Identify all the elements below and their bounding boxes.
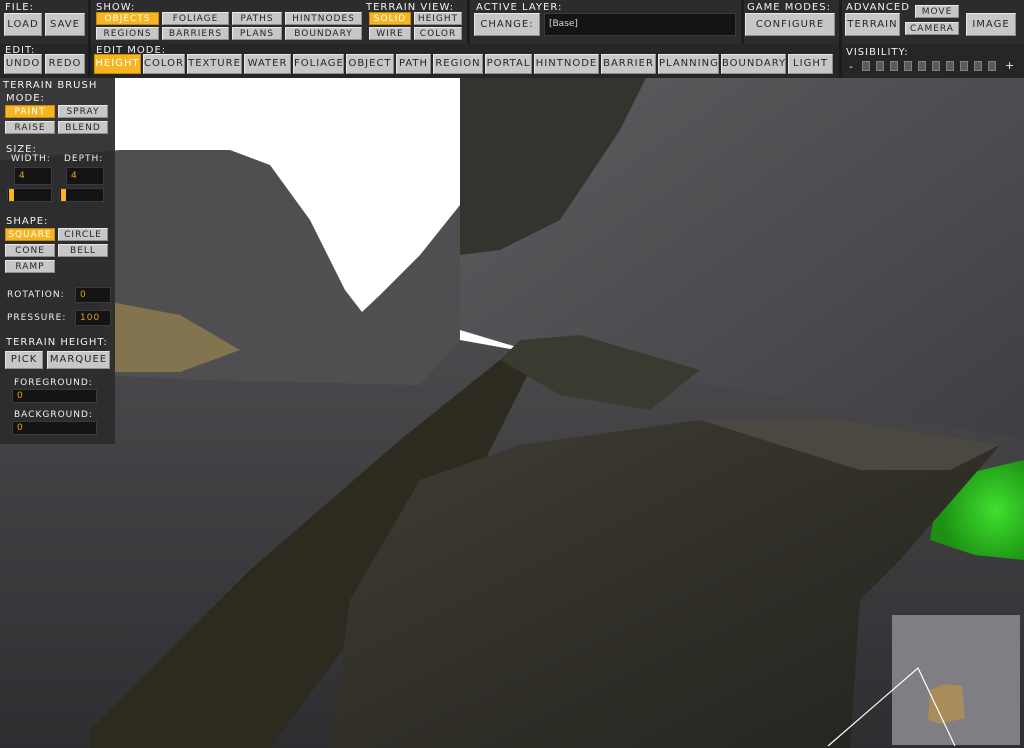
separator [467, 0, 470, 44]
edit-mode-planning-button[interactable]: Planning [658, 54, 719, 74]
visibility-step[interactable] [904, 61, 912, 71]
edit-mode-foliage-button[interactable]: Foliage [293, 54, 344, 74]
edit-mode-texture-button[interactable]: Texture [187, 54, 242, 74]
visibility-step[interactable] [862, 61, 870, 71]
brush-width-label: Width: [11, 154, 51, 164]
brush-pressure-input[interactable]: 100 [75, 310, 111, 326]
brush-width-slider-handle[interactable] [9, 189, 14, 201]
image-button[interactable]: Image [966, 13, 1016, 36]
show-paths-button[interactable]: Paths [232, 12, 282, 25]
edit-mode-region-button[interactable]: Region [433, 54, 483, 74]
show-objects-button[interactable]: Objects [96, 12, 159, 25]
edit-mode-boundary-button[interactable]: Boundary [721, 54, 786, 74]
active-layer-field[interactable]: [Base] [544, 13, 736, 36]
brush-depth-input[interactable]: 4 [66, 167, 104, 185]
brush-shape-square-button[interactable]: Square [5, 228, 55, 241]
edit-mode-path-button[interactable]: Path [396, 54, 431, 74]
visibility-step[interactable] [988, 61, 996, 71]
marquee-button[interactable]: Marquee [47, 351, 110, 369]
configure-button[interactable]: Configure [745, 13, 835, 36]
brush-mode-blend-button[interactable]: Blend [58, 121, 108, 134]
brush-rotation-label: Rotation: [7, 290, 65, 300]
terrain-view-color-button[interactable]: Color [414, 27, 462, 40]
visibility-plus-button[interactable]: + [1005, 59, 1015, 72]
edit-mode-water-button[interactable]: Water [244, 54, 291, 74]
brush-shape-cone-button[interactable]: Cone [5, 244, 55, 257]
undo-button[interactable]: Undo [4, 54, 42, 74]
brush-pressure-label: Pressure: [7, 313, 67, 323]
visibility-step[interactable] [890, 61, 898, 71]
edit-mode-barrier-button[interactable]: Barrier [601, 54, 656, 74]
show-plans-button[interactable]: Plans [232, 27, 282, 40]
separator [839, 0, 842, 78]
change-layer-button[interactable]: Change: [474, 13, 540, 36]
camera-button[interactable]: Camera [905, 22, 959, 35]
brush-rotation-input[interactable]: 0 [75, 287, 111, 303]
edit-mode-hintnode-button[interactable]: HintNode [534, 54, 599, 74]
redo-button[interactable]: Redo [45, 54, 85, 74]
brush-mode-label: Mode: [6, 93, 45, 104]
terrain-brush-title: Terrain Brush [3, 80, 98, 91]
visibility-label: Visibility: [846, 47, 909, 58]
background-label: Background: [14, 410, 93, 420]
brush-mode-spray-button[interactable]: Spray [58, 105, 108, 118]
visibility-step[interactable] [932, 61, 940, 71]
show-barriers-button[interactable]: Barriers [162, 27, 229, 40]
separator [88, 0, 91, 78]
terrain-height-label: Terrain Height: [6, 337, 108, 348]
edit-mode-height-button[interactable]: Height [94, 54, 141, 74]
brush-shape-ramp-button[interactable]: Ramp [5, 260, 55, 273]
game-modes-label: Game Modes: [747, 2, 831, 13]
minimap[interactable] [892, 615, 1020, 745]
edit-mode-portal-button[interactable]: Portal [485, 54, 532, 74]
advanced-terrain-button[interactable]: Terrain [845, 13, 900, 36]
brush-mode-raise-button[interactable]: Raise [5, 121, 55, 134]
edit-mode-object-button[interactable]: Object [346, 54, 394, 74]
brush-width-input[interactable]: 4 [14, 167, 52, 185]
show-foliage-button[interactable]: Foliage [162, 12, 229, 25]
move-button[interactable]: Move [915, 5, 959, 18]
show-regions-button[interactable]: Regions [96, 27, 159, 40]
edit-mode-light-button[interactable]: Light [788, 54, 833, 74]
brush-shape-label: Shape: [6, 216, 49, 227]
visibility-minus-button[interactable]: - [849, 60, 854, 73]
brush-depth-label: Depth: [64, 154, 104, 164]
terrain-view-height-button[interactable]: Height [414, 12, 462, 25]
load-button[interactable]: Load [4, 13, 42, 36]
save-button[interactable]: Save [45, 13, 85, 36]
brush-mode-paint-button[interactable]: Paint [5, 105, 55, 118]
file-label: File: [5, 2, 34, 13]
background-input[interactable]: 0 [12, 421, 97, 435]
advanced-label: Advanced [846, 2, 910, 13]
show-hintnodes-button[interactable]: HintNodes [285, 12, 362, 25]
brush-depth-slider-handle[interactable] [61, 189, 66, 201]
visibility-step[interactable] [876, 61, 884, 71]
visibility-step[interactable] [918, 61, 926, 71]
visibility-step[interactable] [974, 61, 982, 71]
edit-mode-color-button[interactable]: Color [143, 54, 185, 74]
terrain-view-solid-button[interactable]: Solid [369, 12, 411, 25]
foreground-input[interactable]: 0 [12, 389, 97, 403]
separator [741, 0, 744, 44]
terrain-view-wire-button[interactable]: Wire [369, 27, 411, 40]
active-layer-label: Active Layer: [476, 2, 563, 13]
visibility-step[interactable] [946, 61, 954, 71]
brush-shape-bell-button[interactable]: Bell [58, 244, 108, 257]
show-boundary-button[interactable]: Boundary [285, 27, 362, 40]
pick-button[interactable]: Pick [5, 351, 43, 369]
terrain-viewport[interactable] [0, 0, 1024, 748]
visibility-step[interactable] [960, 61, 968, 71]
foreground-label: Foreground: [14, 378, 93, 388]
brush-shape-circle-button[interactable]: Circle [58, 228, 108, 241]
